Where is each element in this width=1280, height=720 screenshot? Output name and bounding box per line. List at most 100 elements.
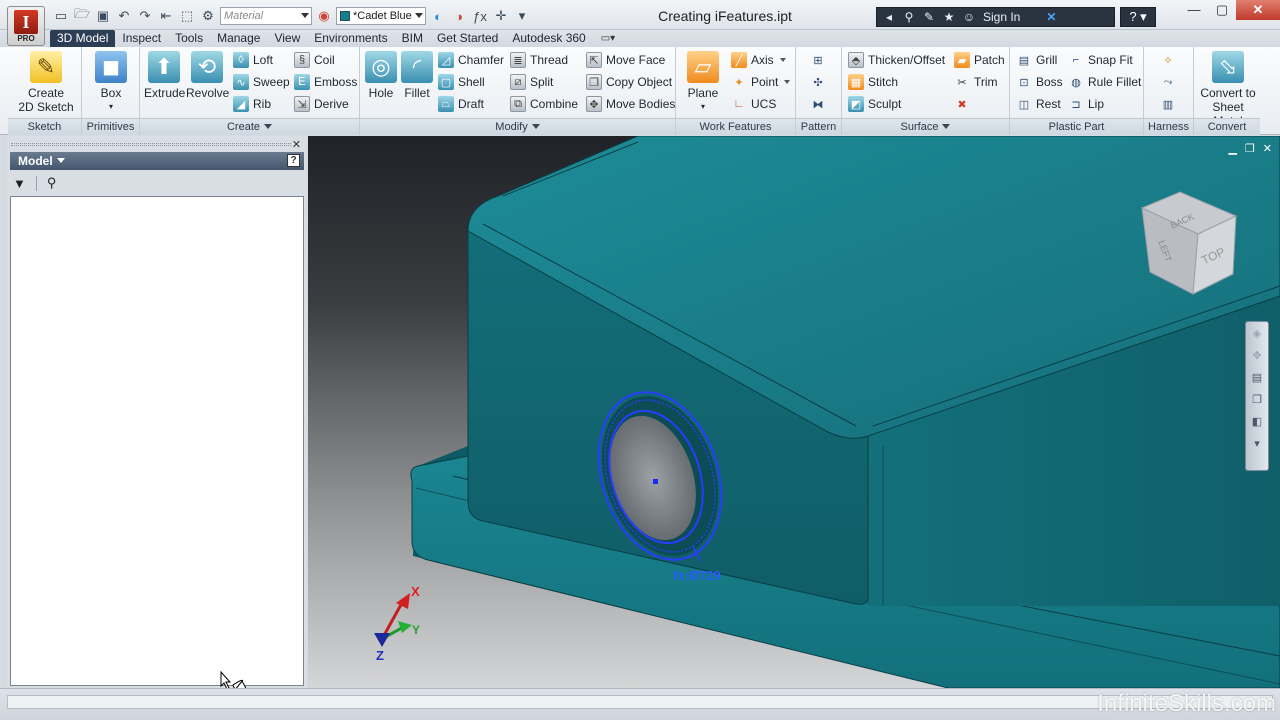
hole-button[interactable]: ◎ Hole (364, 51, 398, 100)
binoculars-icon[interactable]: ⚲ (901, 10, 917, 24)
binoculars-find-icon[interactable]: ⚲ (47, 175, 57, 191)
snap-fit-button[interactable]: ⌐ Snap Fit (1068, 50, 1133, 70)
create-2d-sketch-button[interactable]: ✎ Create 2D Sketch (16, 51, 76, 114)
navbar-options-icon[interactable]: ▾ (1249, 437, 1265, 451)
ribbon-minimize-icon[interactable]: ▭▾ (601, 30, 621, 47)
lip-button[interactable]: ⊐ Lip (1068, 94, 1104, 114)
fillet-button[interactable]: ◜ Fillet (400, 51, 434, 100)
tab-manage[interactable]: Manage (210, 30, 267, 47)
revolve-button[interactable]: ⟲ Revolve (186, 51, 229, 100)
sculpt-button[interactable]: ◩ Sculpt (848, 94, 901, 114)
browser-close-icon[interactable]: ✕ (292, 138, 301, 151)
rib-button[interactable]: ◢ Rib (233, 94, 271, 114)
circular-pattern-button[interactable]: ✣ (810, 72, 826, 92)
exchange-apps-icon[interactable]: ✕ (1046, 10, 1056, 24)
open-folder-icon[interactable]: 🗁 (73, 6, 91, 25)
thread-button[interactable]: ≣ Thread (510, 50, 568, 70)
maximize-button[interactable]: ▢ (1208, 0, 1236, 20)
help-button[interactable]: ? ▾ (1120, 7, 1156, 27)
material-selector[interactable]: Material (220, 7, 312, 25)
tab-view[interactable]: View (267, 30, 307, 47)
browser-help-icon[interactable]: ? (287, 154, 300, 167)
orbit-icon[interactable]: ❐ (1249, 393, 1265, 407)
panel-label-surface[interactable]: Surface (842, 118, 1009, 135)
patch-button[interactable]: ▰ Patch (954, 50, 1005, 70)
user-icon[interactable]: ☺ (961, 10, 977, 24)
stitch-button[interactable]: ▦ Stitch (848, 72, 898, 92)
save-icon[interactable]: ▣ (94, 7, 112, 25)
shell-button[interactable]: ▢ Shell (438, 72, 485, 92)
delete-face-button[interactable]: ✖ (954, 94, 970, 114)
derive-button[interactable]: ⇲ Derive (294, 94, 349, 114)
extrude-button[interactable]: ⬆ Extrude (144, 51, 185, 100)
harness-tool-1-button[interactable]: ✧ (1160, 50, 1176, 70)
harness-tool-2-button[interactable]: ⤳ (1160, 72, 1176, 92)
point-button[interactable]: ✦ Point (731, 72, 791, 92)
filter-icon[interactable]: ▼ (13, 176, 26, 191)
minimize-button[interactable]: — (1180, 0, 1208, 20)
copy-object-button[interactable]: ❐ Copy Object (586, 72, 672, 92)
tab-tools[interactable]: Tools (168, 30, 210, 47)
move-bodies-button[interactable]: ✥ Move Bodies (586, 94, 675, 114)
tab-get-started[interactable]: Get Started (430, 30, 505, 47)
viewport-minimize-icon[interactable]: ▁ (1228, 142, 1236, 155)
measure-icon[interactable]: ✛ (492, 7, 510, 25)
parameters-fx-icon[interactable]: ƒx (471, 7, 489, 25)
look-at-icon[interactable]: ◧ (1249, 415, 1265, 429)
color-wheel-icon[interactable]: ◉ (315, 7, 333, 25)
browser-tree[interactable] (10, 196, 304, 686)
return-icon[interactable]: ⇤ (157, 7, 175, 25)
sign-in-link[interactable]: Sign In (983, 10, 1020, 24)
boss-button[interactable]: ⊡ Boss (1016, 72, 1062, 92)
ucs-button[interactable]: ∟ UCS (731, 94, 777, 114)
grill-button[interactable]: ▤ Grill (1016, 50, 1058, 70)
convert-to-sheet-metal-button[interactable]: ⬂ Convert to Sheet Metal (1196, 51, 1260, 128)
split-button[interactable]: ⧄ Split (510, 72, 553, 92)
sweep-button[interactable]: ∿ Sweep (233, 72, 290, 92)
close-button[interactable]: ✕ (1236, 0, 1280, 20)
hole-dimension-label[interactable]: fx:Ø729 (673, 568, 721, 583)
combine-button[interactable]: ⧉ Combine (510, 94, 578, 114)
axis-button[interactable]: ╱ Axis (731, 50, 786, 70)
rule-fillet-button[interactable]: ◍ Rule Fillet (1068, 72, 1141, 92)
browser-grip[interactable] (11, 143, 291, 146)
plane-button[interactable]: ▱ Plane ▾ (684, 51, 722, 114)
appearance-selector[interactable]: *Cadet Blue (336, 7, 426, 25)
undo-icon[interactable]: ↶ (115, 7, 133, 25)
loft-button[interactable]: ◊ Loft (233, 50, 273, 70)
box-button[interactable]: ◼ Box ▾ (88, 51, 134, 114)
zoom-icon[interactable]: ▤ (1249, 371, 1265, 385)
panel-label-create[interactable]: Create (140, 118, 359, 135)
panel-label-modify[interactable]: Modify (360, 118, 675, 135)
tab-3d-model[interactable]: 3D Model (50, 30, 116, 47)
mirror-button[interactable]: ⧓ (810, 94, 826, 114)
trim-button[interactable]: ✂ Trim (954, 72, 997, 92)
clear-appearance-icon[interactable]: ◐ (429, 7, 447, 25)
adjust-appearance-icon[interactable]: ◑ (450, 7, 468, 25)
customize-qat-icon[interactable]: ▾ (513, 7, 531, 25)
tools-icon[interactable]: ✎ (921, 10, 937, 24)
move-face-button[interactable]: ⇱ Move Face (586, 50, 665, 70)
chamfer-button[interactable]: ◿ Chamfer (438, 50, 504, 70)
rest-button[interactable]: ◫ Rest (1016, 94, 1061, 114)
emboss-button[interactable]: Ꭼ Emboss (294, 72, 357, 92)
update-icon[interactable]: ⚙ (199, 7, 217, 25)
graphics-viewport[interactable]: ▁ ❐ ✕ BACK LEFT TOP ◈ ✥ ▤ ❐ ◧ ▾ fx:Ø729 … (308, 136, 1280, 688)
tab-autodesk-360[interactable]: Autodesk 360 (505, 30, 592, 47)
coil-button[interactable]: § Coil (294, 50, 335, 70)
thicken-offset-button[interactable]: ⬘ Thicken/Offset (848, 50, 945, 70)
draft-button[interactable]: ⏢ Draft (438, 94, 484, 114)
redo-icon[interactable]: ↷ (136, 7, 154, 25)
rectangular-pattern-button[interactable]: ⊞ (810, 50, 826, 70)
steering-wheel-icon[interactable]: ◈ (1249, 327, 1265, 341)
tab-environments[interactable]: Environments (307, 30, 394, 47)
application-menu-button[interactable]: I PRO (7, 6, 45, 46)
new-file-icon[interactable]: ▭ (52, 7, 70, 25)
viewport-restore-icon[interactable]: ❐ (1245, 142, 1255, 155)
expand-icon[interactable]: ◂ (881, 10, 897, 24)
star-icon[interactable]: ★ (941, 10, 957, 24)
tab-bim[interactable]: BIM (395, 30, 430, 47)
viewport-close-icon[interactable]: ✕ (1263, 142, 1272, 155)
browser-header[interactable]: Model ? (10, 152, 304, 170)
harness-tool-3-button[interactable]: ▥ (1160, 94, 1176, 114)
